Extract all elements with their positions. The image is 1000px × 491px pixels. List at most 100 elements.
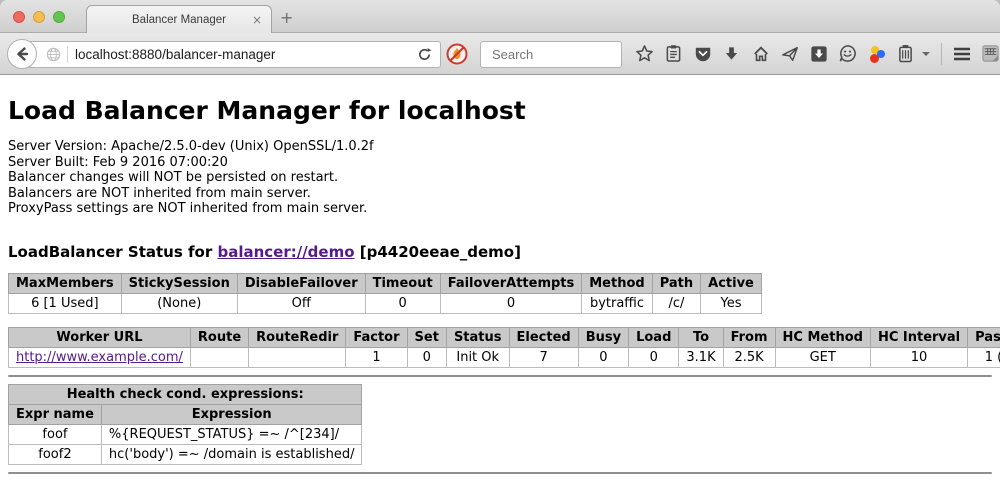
from-value: 2.5K	[723, 347, 775, 367]
set-value: 0	[407, 347, 446, 367]
routeredir-value	[249, 347, 346, 367]
search-bar[interactable]	[480, 41, 622, 68]
page-title: Load Balancer Manager for localhost	[8, 96, 992, 125]
colored-dots-extension-button[interactable]	[862, 33, 891, 74]
col-path: Path	[652, 273, 700, 293]
minimize-window-button[interactable]	[33, 11, 45, 23]
expr-name-value: foof	[9, 424, 102, 444]
col-timeout: Timeout	[365, 273, 440, 293]
table-header-row: Worker URL Route RouteRedir Factor Set S…	[9, 327, 1000, 347]
bookmark-star-button[interactable]	[630, 33, 659, 74]
extension-dropdown-button[interactable]	[920, 33, 936, 74]
timeout-value: 0	[365, 293, 440, 313]
globe-icon	[46, 47, 61, 62]
reload-button[interactable]	[417, 47, 432, 62]
server-version-line: Server Version: Apache/2.5.0-dev (Unix) …	[8, 139, 992, 155]
balancer-demo-link[interactable]: balancer://demo	[217, 243, 354, 261]
col-load: Load	[629, 327, 679, 347]
chat-extension-button[interactable]	[833, 33, 862, 74]
flashblock-button[interactable]	[446, 43, 468, 65]
load-value: 0	[629, 347, 679, 367]
zoom-window-button[interactable]	[53, 11, 65, 23]
expr-row: foof2 hc('body') =~ /domain is establish…	[9, 444, 362, 464]
path-value: /c/	[652, 293, 700, 313]
col-from: From	[723, 327, 775, 347]
to-value: 3.1K	[679, 347, 723, 367]
loadbalancer-status-heading: LoadBalancer Status for balancer://demo …	[8, 243, 992, 261]
col-disablefailover: DisableFailover	[237, 273, 365, 293]
server-built-line: Server Built: Feb 9 2016 07:00:20	[8, 155, 992, 171]
expression-value: hc('body') =~ /domain is established/	[101, 444, 362, 464]
col-status: Status	[446, 327, 509, 347]
tab-title: Balancer Manager	[132, 14, 226, 26]
col-route: Route	[190, 327, 248, 347]
new-tab-button[interactable]: +	[280, 8, 293, 27]
grid-page-icon	[981, 44, 1000, 63]
url-bar[interactable]	[21, 41, 441, 68]
col-expr-name: Expr name	[9, 404, 102, 424]
tab-close-icon[interactable]: ×	[252, 13, 262, 27]
route-value	[190, 347, 248, 367]
hamburger-icon	[952, 46, 972, 62]
home-button[interactable]	[746, 33, 775, 74]
active-value: Yes	[701, 293, 762, 313]
hc-method-value: GET	[775, 347, 870, 367]
col-factor: Factor	[346, 327, 407, 347]
toolbar-icons	[630, 33, 1000, 74]
urlbar-divider	[67, 46, 68, 63]
url-input[interactable]	[75, 47, 417, 62]
pocket-icon	[694, 45, 712, 63]
worker-status-table: Worker URL Route RouteRedir Factor Set S…	[8, 327, 1000, 368]
paper-plane-icon	[781, 45, 799, 63]
downloads-button[interactable]	[717, 33, 746, 74]
status-value: Init Ok	[446, 347, 509, 367]
table-row: 6 [1 Used] (None) Off 0 0 bytraffic /c/ …	[9, 293, 762, 313]
back-button[interactable]	[7, 39, 37, 69]
home-icon	[752, 45, 770, 63]
method-value: bytraffic	[582, 293, 652, 313]
col-passes: Passes	[968, 327, 1000, 347]
expr-name-value: foof2	[9, 444, 102, 464]
video-download-extension-button[interactable]	[804, 33, 833, 74]
status-heading-prefix: LoadBalancer Status for	[8, 243, 217, 261]
health-check-table: Health check cond. expressions: Expr nam…	[8, 384, 362, 465]
window-controls	[13, 11, 65, 23]
hc-interval-value: 10	[870, 347, 967, 367]
tab-balancer-manager[interactable]: Balancer Manager ×	[86, 5, 272, 33]
pocket-button[interactable]	[688, 33, 717, 74]
close-window-button[interactable]	[13, 11, 25, 23]
proxypass-notice-line: ProxyPass settings are NOT inherited fro…	[8, 201, 992, 217]
col-busy: Busy	[578, 327, 628, 347]
col-set: Set	[407, 327, 446, 347]
worker-url-link[interactable]: http://www.example.com/	[16, 350, 183, 365]
passes-value: 1 (0)	[968, 347, 1000, 367]
col-elected: Elected	[509, 327, 578, 347]
expression-value: %{REQUEST_STATUS} =~ /^[234]/	[101, 424, 362, 444]
reading-list-button[interactable]	[659, 33, 688, 74]
navigation-toolbar	[0, 33, 1000, 75]
worker-url-cell: http://www.example.com/	[9, 347, 191, 367]
table-title-row: Health check cond. expressions:	[9, 384, 362, 404]
smiley-icon	[838, 44, 857, 63]
inherit-notice-line: Balancers are NOT inherited from main se…	[8, 186, 992, 202]
clipboard-icon	[665, 44, 682, 63]
menu-button[interactable]	[947, 33, 976, 74]
col-stickysession: StickySession	[121, 273, 237, 293]
col-routeredir: RouteRedir	[249, 327, 346, 347]
toolbar-separator	[941, 43, 942, 65]
sidebar-extension-button[interactable]	[976, 33, 1000, 74]
col-hc-method: HC Method	[775, 327, 870, 347]
persist-notice-line: Balancer changes will NOT be persisted o…	[8, 170, 992, 186]
send-tab-button[interactable]	[775, 33, 804, 74]
dropdown-caret-icon	[922, 52, 930, 56]
page-content: Load Balancer Manager for localhost Serv…	[0, 75, 1000, 491]
worker-row: http://www.example.com/ 1 0 Init Ok 7 0 …	[9, 347, 1000, 367]
failoverattempts-value: 0	[440, 293, 582, 313]
battery-icon	[898, 44, 913, 63]
factor-value: 1	[346, 347, 407, 367]
col-hc-interval: HC Interval	[870, 327, 967, 347]
container-extension-button[interactable]	[891, 33, 920, 74]
stickysession-value: (None)	[121, 293, 237, 313]
horizontal-rule	[8, 472, 992, 474]
table-header-row: MaxMembers StickySession DisableFailover…	[9, 273, 762, 293]
